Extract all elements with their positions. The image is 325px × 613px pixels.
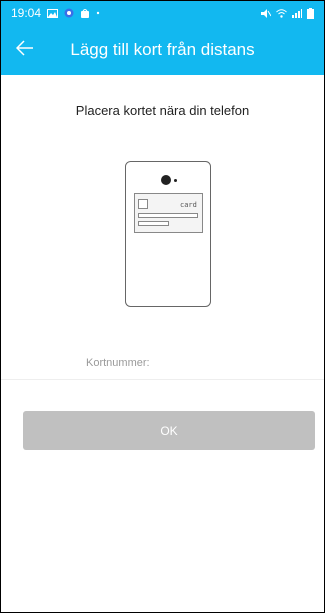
app-icon bbox=[80, 8, 90, 18]
card-stripe-short bbox=[138, 221, 169, 226]
card-number-input[interactable] bbox=[153, 352, 324, 373]
phone-card-illustration: card bbox=[125, 161, 211, 307]
status-bar-right bbox=[261, 7, 314, 19]
app-bar: Lägg till kort från distans bbox=[1, 25, 324, 75]
wifi-icon bbox=[276, 8, 287, 18]
card-number-row: Kortnummer: bbox=[1, 346, 324, 380]
camera-flash bbox=[174, 179, 177, 182]
back-button[interactable] bbox=[1, 25, 49, 75]
status-bar-left: 19:04 bbox=[11, 6, 100, 20]
camera-lens bbox=[161, 175, 171, 185]
card-stripe bbox=[138, 213, 198, 218]
card-chip bbox=[138, 199, 148, 209]
status-time: 19:04 bbox=[11, 6, 42, 20]
status-bar: 19:04 bbox=[1, 1, 324, 25]
card-label: card bbox=[180, 201, 197, 209]
mute-icon bbox=[261, 8, 271, 18]
signal-icon bbox=[292, 8, 302, 18]
dot-icon bbox=[96, 11, 100, 15]
arrow-left-icon bbox=[15, 39, 34, 61]
image-icon bbox=[47, 8, 59, 18]
card-number-label: Kortnummer: bbox=[86, 356, 150, 369]
instruction-text: Placera kortet nära din telefon bbox=[75, 103, 250, 118]
app-icon bbox=[64, 8, 74, 18]
page-title: Lägg till kort från distans bbox=[70, 40, 255, 59]
battery-icon bbox=[307, 7, 314, 19]
screen: 19:04 Lägg till kort från distans Placer… bbox=[0, 0, 325, 613]
ok-button[interactable]: OK bbox=[23, 411, 315, 450]
